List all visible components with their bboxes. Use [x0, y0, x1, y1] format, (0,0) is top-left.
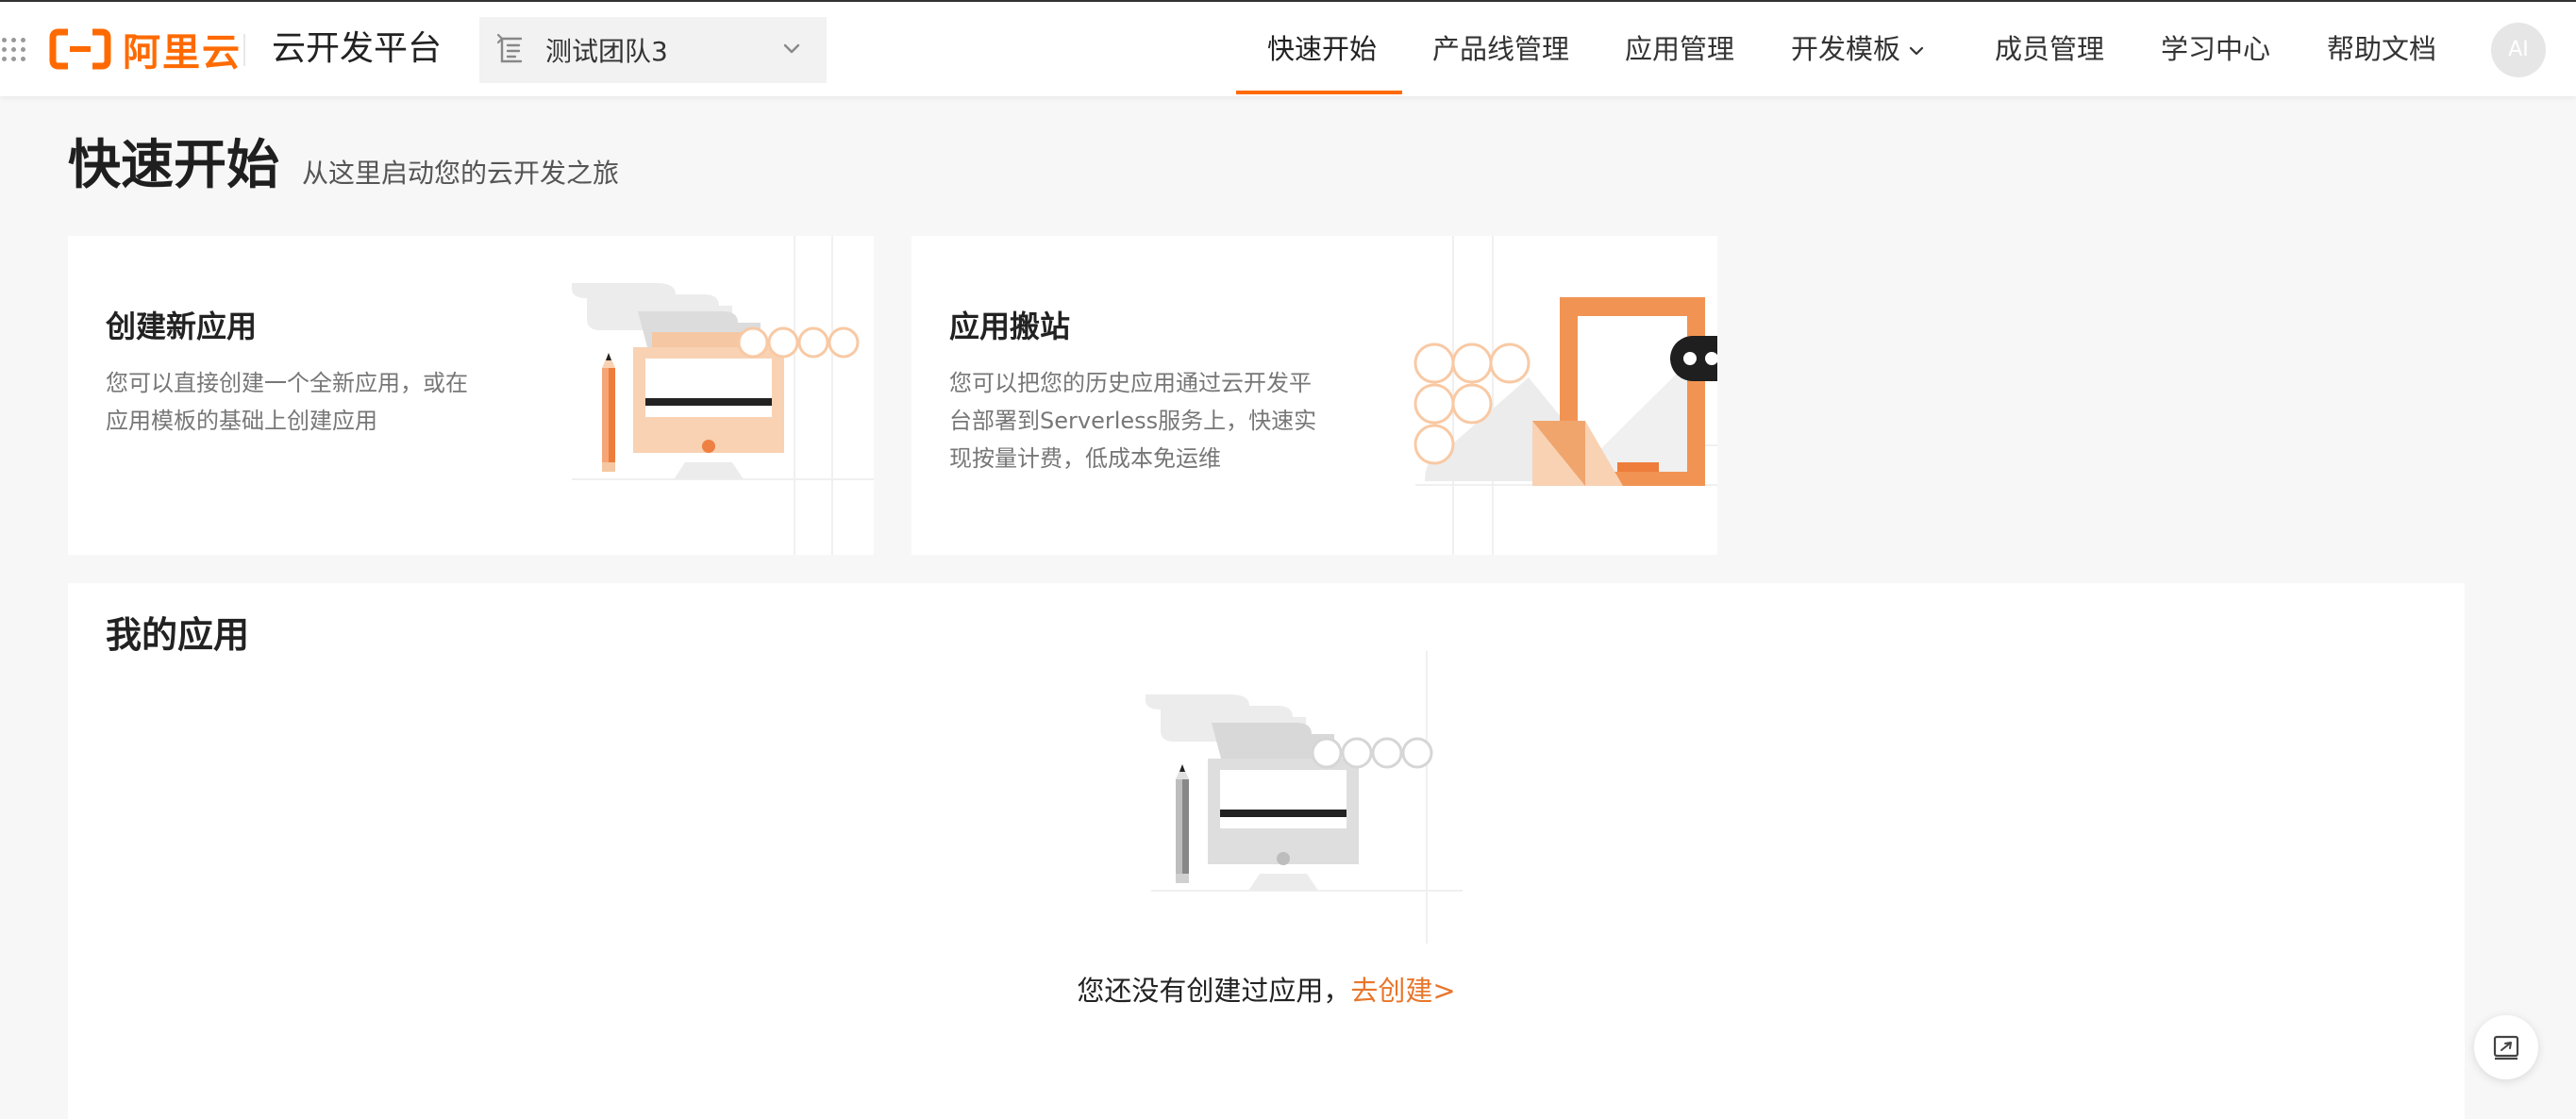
team-selector[interactable]: 测试团队3	[479, 17, 827, 83]
aliyun-logo-mark-icon	[49, 28, 111, 70]
empty-state-illustration	[1146, 651, 1463, 944]
card-description: 您可以直接创建一个全新应用，或在应用模板的基础上创建应用	[106, 370, 468, 434]
team-icon	[496, 33, 523, 63]
nav-item-help-docs[interactable]: 帮助文档	[2327, 2, 2436, 96]
feedback-icon	[2493, 1035, 2519, 1061]
card-description: 您可以把您的历史应用通过云开发平台部署到Serverless服务上，快速实现按量…	[949, 370, 1317, 472]
create-app-illustration	[572, 236, 874, 555]
top-navigation-bar: 阿里云 云开发平台 测试团队3 快速开始 产品线管理 应用管理 开发模板 成员管…	[0, 0, 2576, 96]
empty-state-message: 您还没有创建过应用，去创建>	[68, 972, 2465, 1010]
chevron-down-icon	[783, 43, 800, 54]
empty-state-text: 您还没有创建过应用，	[1077, 975, 1351, 1007]
nav-item-dev-templates-label: 开发模板	[1791, 33, 1901, 65]
nav-item-dev-templates[interactable]: 开发模板	[1791, 2, 1925, 96]
aliyun-logo[interactable]: 阿里云	[49, 26, 242, 75]
my-apps-panel: 我的应用 您还没有创建过应用，去创建>	[68, 583, 2465, 1119]
apps-grid-icon[interactable]	[0, 36, 28, 64]
header-divider	[243, 34, 245, 66]
nav-item-members[interactable]: 成员管理	[1995, 2, 2104, 96]
logo-text: 阿里云	[123, 31, 242, 75]
migrate-app-illustration	[1413, 236, 1717, 555]
my-apps-title: 我的应用	[106, 614, 250, 656]
nav-item-app-management[interactable]: 应用管理	[1625, 2, 1734, 96]
page-title: 快速开始	[68, 135, 279, 196]
platform-title[interactable]: 云开发平台	[272, 26, 442, 72]
nav-active-indicator	[1236, 91, 1402, 94]
feedback-button[interactable]	[2474, 1015, 2538, 1079]
migrate-app-card[interactable]: 应用搬站 您可以把您的历史应用通过云开发平台部署到Serverless服务上，快…	[912, 236, 1717, 555]
create-app-link[interactable]: 去创建>	[1350, 975, 1455, 1007]
nav-item-learning-center[interactable]: 学习中心	[2161, 2, 2270, 96]
nav-item-product-line[interactable]: 产品线管理	[1432, 2, 1569, 96]
page-subtitle: 从这里启动您的云开发之旅	[302, 158, 620, 189]
card-title: 应用搬站	[949, 309, 1071, 344]
create-app-card[interactable]: 创建新应用 您可以直接创建一个全新应用，或在应用模板的基础上创建应用	[68, 236, 874, 555]
nav-item-quick-start[interactable]: 快速开始	[1267, 2, 1377, 96]
card-title: 创建新应用	[106, 309, 258, 344]
chevron-down-icon	[1909, 46, 1924, 56]
team-selector-value: 测试团队3	[545, 36, 668, 67]
avatar[interactable]: AI	[2491, 23, 2546, 77]
